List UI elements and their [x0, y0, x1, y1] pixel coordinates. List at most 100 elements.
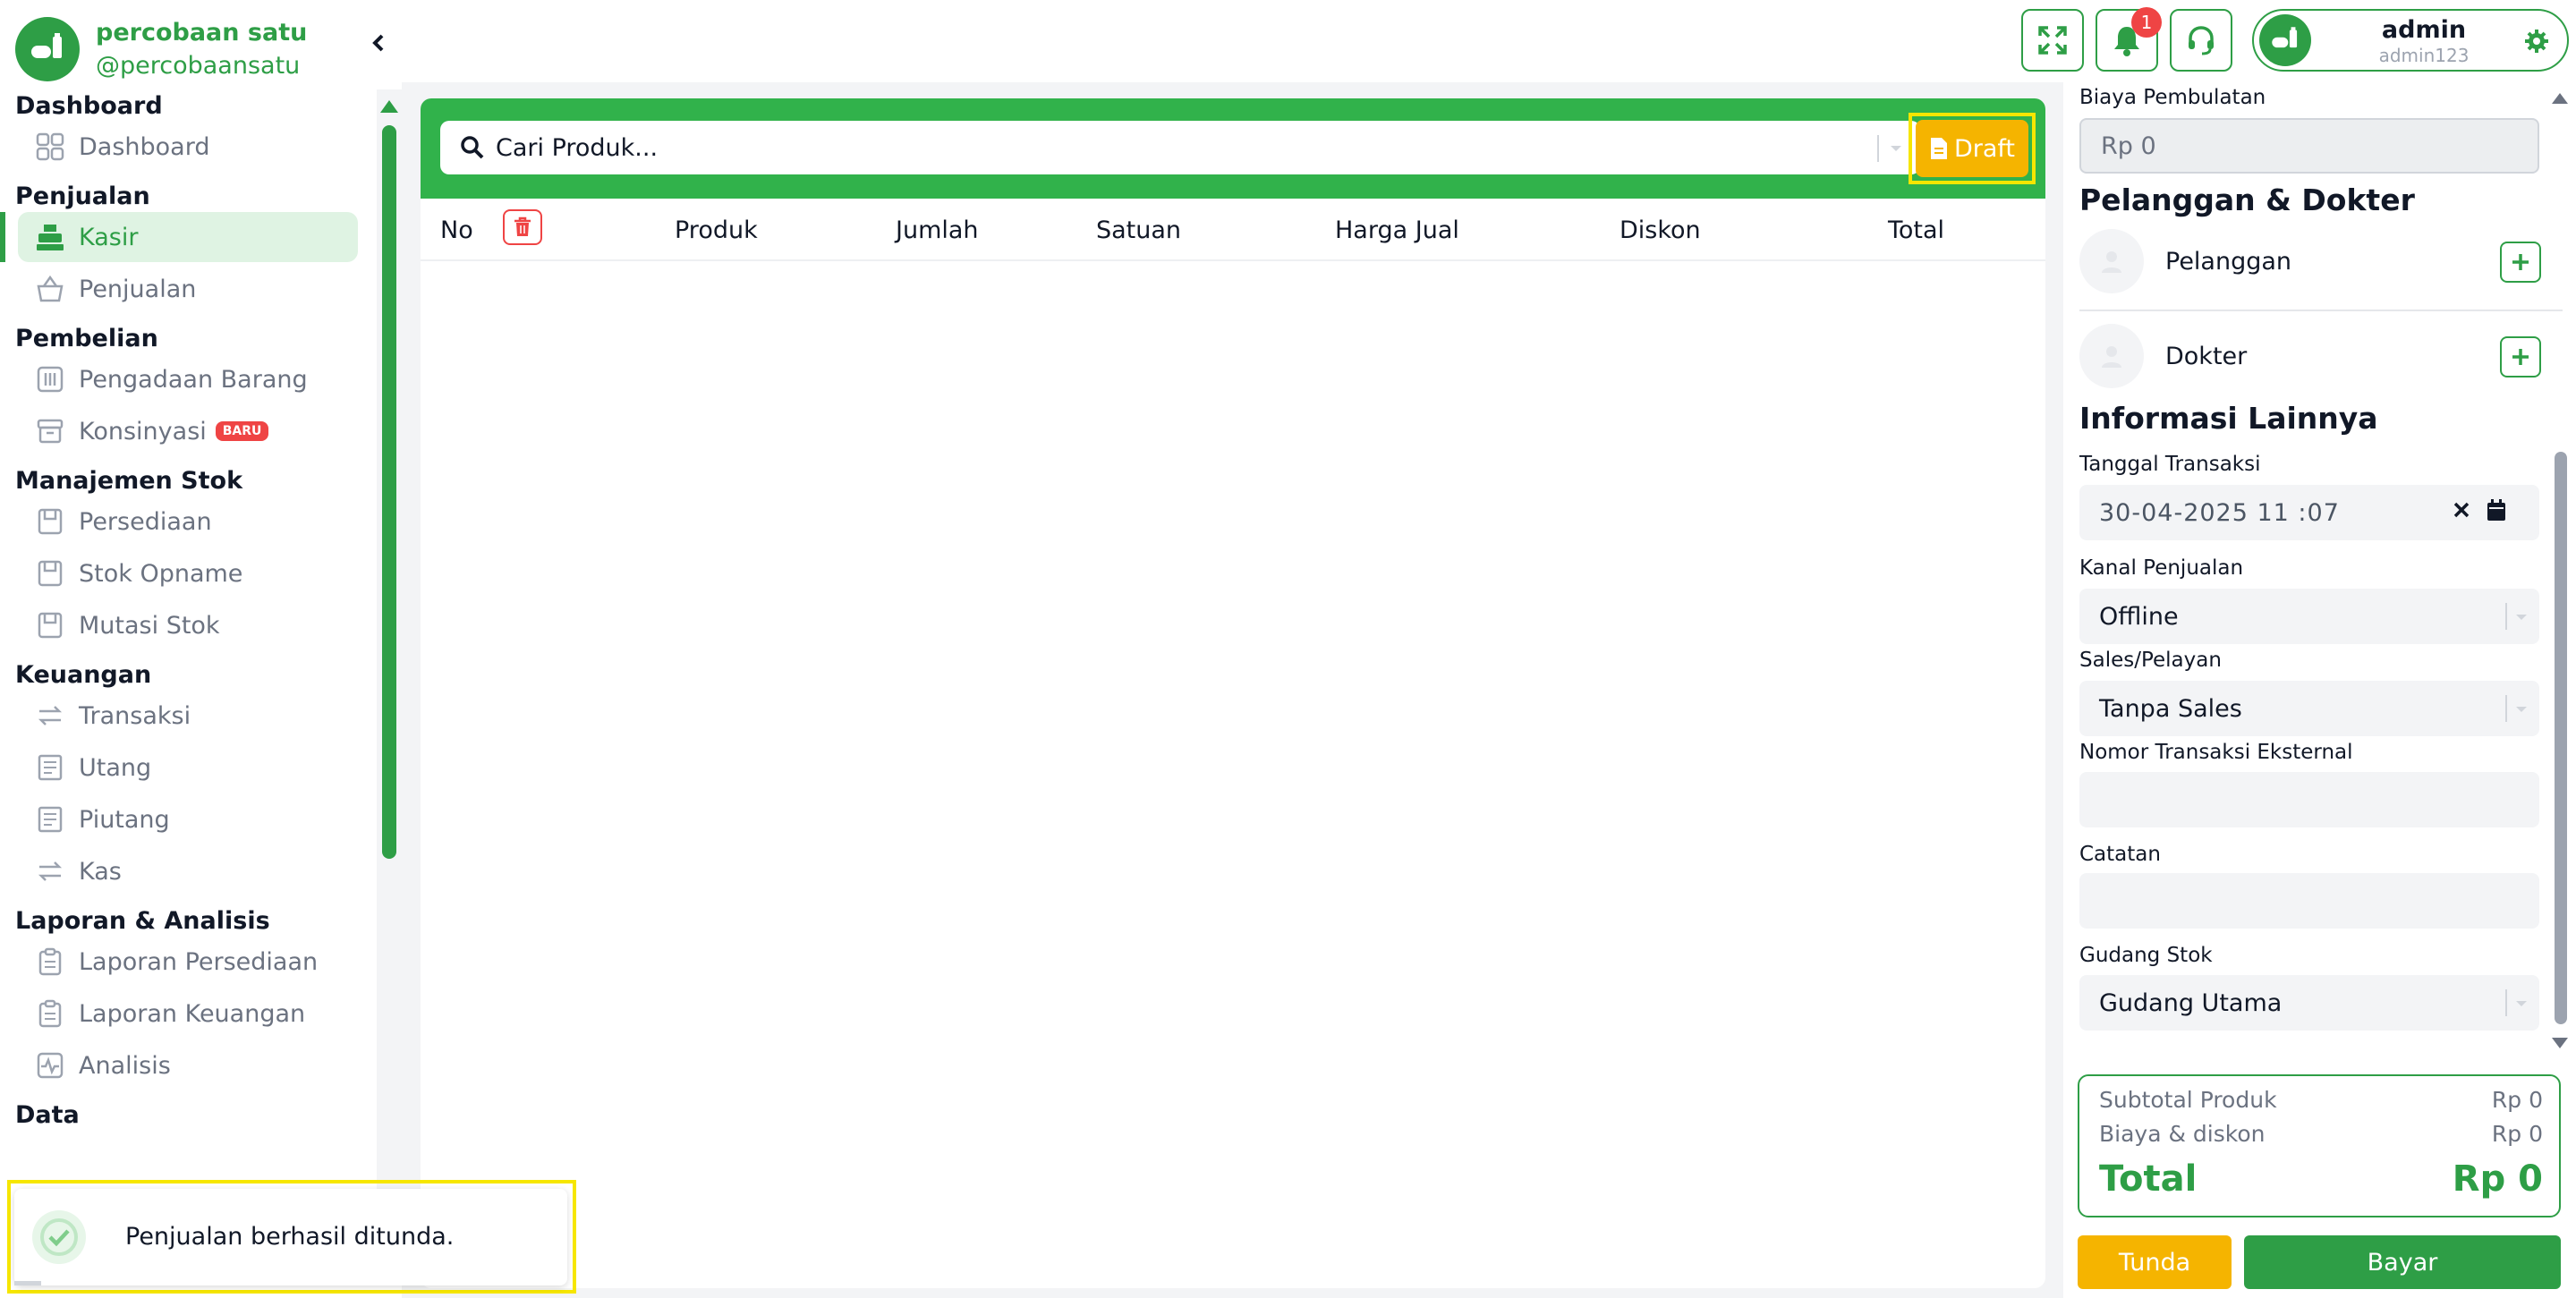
section-data: Data	[15, 1101, 80, 1129]
plus-icon	[2512, 254, 2529, 270]
sidebar-item-penjualan[interactable]: Penjualan	[18, 264, 358, 314]
sidebar-item-analisis[interactable]: Analisis	[18, 1040, 358, 1090]
toast-progress-bar	[14, 1281, 41, 1285]
brand-logo-icon	[15, 16, 80, 81]
sidebar-item-transaksi[interactable]: Transaksi	[18, 691, 358, 741]
user-placeholder-icon	[2079, 229, 2144, 293]
gudang-stok-select[interactable]: Gudang Utama	[2079, 975, 2539, 1031]
sidebar-scroll-thumb[interactable]	[382, 125, 396, 859]
fullscreen-button[interactable]	[2021, 9, 2084, 72]
tunda-button[interactable]: Tunda	[2078, 1235, 2232, 1289]
sidebar-item-mutasi-stok[interactable]: Mutasi Stok	[18, 600, 358, 650]
tanggal-transaksi-field[interactable]: 30-04-2025 11 :07	[2079, 485, 2539, 540]
scroll-down-arrow-icon[interactable]	[2552, 1038, 2568, 1048]
sidebar-item-label: Laporan Keuangan	[79, 999, 306, 1028]
sidebar: percobaan satu @percobaansatu Dashboard …	[0, 0, 402, 1298]
biaya-diskon-label: Biaya & diskon	[2099, 1121, 2266, 1147]
total-value: Rp 0	[2452, 1158, 2543, 1200]
col-produk: Produk	[675, 216, 758, 244]
clear-cart-button[interactable]	[503, 209, 542, 245]
kanal-penjualan-label: Kanal Penjualan	[2079, 556, 2244, 580]
notification-button[interactable]: 1	[2096, 7, 2162, 72]
brand[interactable]: percobaan satu @percobaansatu	[15, 15, 307, 82]
grid-icon	[34, 131, 66, 163]
sidebar-item-kas[interactable]: Kas	[18, 846, 358, 896]
sales-pelayan-value: Tanpa Sales	[2099, 694, 2242, 723]
sidebar-item-label: Pengadaan Barang	[79, 365, 308, 394]
gudang-stok-value: Gudang Utama	[2099, 988, 2283, 1017]
product-search-input[interactable]: Cari Produk...	[440, 121, 1920, 174]
sidebar-item-dashboard[interactable]: Dashboard	[18, 122, 358, 172]
calendar-icon[interactable]	[2486, 497, 2507, 529]
section-penjualan: Penjualan	[15, 182, 150, 210]
archive-box-icon	[34, 415, 66, 447]
right-panel-scroll-thumb[interactable]	[2555, 452, 2567, 1024]
sidebar-item-label: Transaksi	[79, 701, 191, 730]
add-pelanggan-button[interactable]	[2500, 242, 2541, 283]
user-menu[interactable]: admin admin123	[2252, 9, 2569, 72]
total-row: Total Rp 0	[2099, 1158, 2543, 1200]
document-icon	[1930, 138, 1947, 159]
success-toast[interactable]: Penjualan berhasil ditunda.	[14, 1189, 567, 1285]
clipboard-icon	[34, 946, 66, 978]
sidebar-item-laporan-keuangan[interactable]: Laporan Keuangan	[18, 988, 358, 1039]
brand-handle: @percobaansatu	[96, 51, 301, 80]
dokter-label: Dokter	[2165, 342, 2248, 370]
scroll-up-arrow-icon[interactable]	[2552, 93, 2568, 104]
section-dashboard: Dashboard	[15, 92, 163, 120]
sidebar-item-utang[interactable]: Utang	[18, 742, 358, 793]
kanal-penjualan-select[interactable]: Offline	[2079, 589, 2539, 644]
sales-pelayan-select[interactable]: Tanpa Sales	[2079, 681, 2539, 736]
headset-icon	[2189, 26, 2214, 55]
receipt-icon	[34, 803, 66, 836]
sidebar-item-label: Stok Opname	[79, 559, 243, 588]
sidebar-item-label: Utang	[79, 753, 152, 782]
add-dokter-button[interactable]	[2500, 336, 2541, 378]
biaya-diskon-value: Rp 0	[2491, 1121, 2543, 1147]
user-name: admin	[2381, 16, 2467, 44]
dokter-row[interactable]: Dokter	[2079, 320, 2563, 392]
col-no: No	[440, 216, 473, 244]
sidebar-item-piutang[interactable]: Piutang	[18, 794, 358, 844]
sidebar-item-label: Piutang	[79, 805, 170, 834]
support-button[interactable]	[2170, 9, 2232, 72]
sidebar-item-konsinyasi[interactable]: Konsinyasi BARU	[18, 406, 358, 456]
sidebar-item-label: Laporan Persediaan	[79, 947, 319, 976]
pelanggan-row[interactable]: Pelanggan	[2079, 225, 2563, 297]
draft-label: Draft	[1953, 134, 2016, 163]
procurement-icon	[34, 363, 66, 395]
sidebar-item-label: Dashboard	[79, 132, 210, 161]
inventory-icon	[34, 505, 66, 538]
section-manajemen-stok: Manajemen Stok	[15, 467, 243, 495]
clear-date-icon[interactable]	[2452, 499, 2471, 527]
check-circle-icon	[32, 1210, 86, 1264]
product-search-bar: Cari Produk... Draft	[421, 98, 2045, 199]
gear-icon[interactable]	[2524, 29, 2549, 57]
informasi-lainnya-heading: Informasi Lainnya	[2079, 401, 2378, 436]
collapse-sidebar-button[interactable]	[365, 30, 392, 56]
sidebar-item-stok-opname[interactable]: Stok Opname	[18, 548, 358, 598]
section-laporan-analisis: Laporan & Analisis	[15, 907, 270, 935]
scroll-up-arrow-icon[interactable]	[380, 100, 398, 113]
cart-table-header: No Produk Jumlah Satuan Harga Jual Disko…	[421, 199, 2045, 261]
bayar-button[interactable]: Bayar	[2244, 1235, 2561, 1289]
sidebar-item-persediaan[interactable]: Persediaan	[18, 496, 358, 547]
chevron-down-icon	[2505, 603, 2529, 630]
fullscreen-icon	[2038, 26, 2067, 55]
sidebar-item-label: Persediaan	[79, 507, 212, 536]
user-username: admin123	[2378, 45, 2470, 66]
sidebar-item-label: Penjualan	[79, 275, 197, 303]
nomor-transaksi-eksternal-input[interactable]	[2079, 772, 2539, 827]
catatan-input[interactable]	[2079, 873, 2539, 929]
sidebar-item-pengadaan-barang[interactable]: Pengadaan Barang	[18, 354, 358, 404]
col-jumlah: Jumlah	[896, 216, 979, 244]
chevron-down-icon[interactable]	[1877, 135, 1904, 162]
search-placeholder: Cari Produk...	[496, 133, 659, 162]
cart-panel: Cari Produk... Draft No Produk Jumlah Sa…	[421, 98, 2045, 1288]
sidebar-item-laporan-persediaan[interactable]: Laporan Persediaan	[18, 937, 358, 987]
chevron-left-icon	[372, 34, 384, 52]
gudang-stok-label: Gudang Stok	[2079, 944, 2213, 967]
order-summary: Subtotal Produk Rp 0 Biaya & diskon Rp 0…	[2078, 1074, 2561, 1217]
draft-button[interactable]: Draft	[1916, 120, 2028, 177]
sidebar-item-kasir[interactable]: Kasir	[0, 212, 358, 262]
